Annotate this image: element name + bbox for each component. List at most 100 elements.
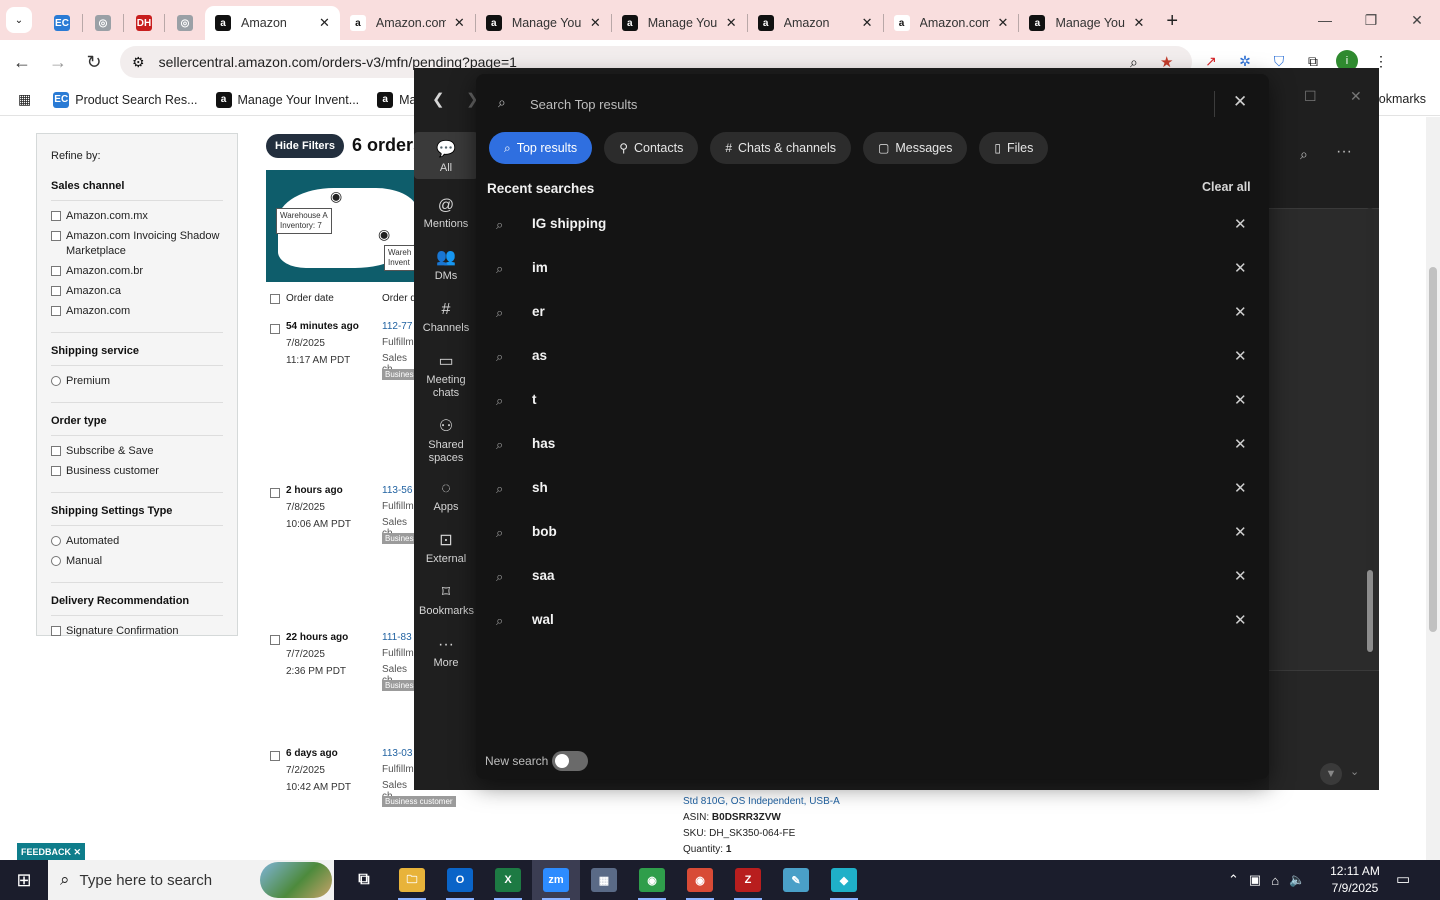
network-icon[interactable]: ⌂: [1271, 873, 1279, 888]
filter-radio[interactable]: [51, 536, 61, 546]
filter-icon[interactable]: ▼: [1320, 763, 1342, 785]
filezilla-taskbar-button[interactable]: Z: [724, 860, 772, 900]
search-input[interactable]: [530, 92, 1190, 116]
feedback-button[interactable]: FEEDBACK ✕: [17, 843, 85, 860]
back-arrow-icon[interactable]: ←: [4, 44, 40, 80]
browser-tab[interactable]: a Amazon.com: ✕: [340, 6, 475, 40]
browser-tab[interactable]: a Manage Your ✕: [1019, 6, 1154, 40]
filter-radio[interactable]: [51, 556, 61, 566]
filter-radio[interactable]: [51, 376, 61, 386]
chip-files[interactable]: ▯ Files: [979, 132, 1049, 164]
volume-icon[interactable]: 🔈: [1289, 872, 1305, 888]
search-highlight-image[interactable]: [260, 862, 332, 898]
remove-search-icon[interactable]: ✕: [1234, 259, 1247, 277]
filter-option[interactable]: Amazon.com.br: [51, 264, 223, 279]
filter-checkbox[interactable]: [51, 211, 61, 221]
close-tab-icon[interactable]: ✕: [998, 15, 1009, 31]
close-tab-icon[interactable]: ✕: [319, 15, 330, 31]
recent-search-item[interactable]: ⌕ has ✕: [476, 423, 1269, 467]
minimize-icon[interactable]: —: [1302, 0, 1348, 40]
chip-contacts[interactable]: ⚲ Contacts: [604, 132, 699, 164]
hide-filters-button[interactable]: Hide Filters: [266, 134, 344, 158]
new-search-toggle[interactable]: [552, 751, 588, 771]
close-tab-icon[interactable]: ✕: [454, 15, 465, 31]
chrome-taskbar-button[interactable]: ◉: [628, 860, 676, 900]
chevron-up-icon[interactable]: ⌃: [1228, 872, 1239, 888]
recent-search-item[interactable]: ⌕ sh ✕: [476, 467, 1269, 511]
tray-app-icon[interactable]: ▣: [1249, 872, 1261, 888]
remove-search-icon[interactable]: ✕: [1234, 479, 1247, 497]
notification-icon[interactable]: ▭: [1396, 870, 1410, 888]
filter-option[interactable]: Premium: [51, 374, 223, 389]
teams-back-icon[interactable]: ❮: [432, 90, 445, 108]
browser-tab[interactable]: a Amazon.com: ✕: [884, 6, 1019, 40]
recent-search-item[interactable]: ⌕ im ✕: [476, 247, 1269, 291]
browser-tab[interactable]: EC: [42, 6, 82, 40]
product-title-link[interactable]: Std 810G, OS Independent, USB-A: [683, 794, 840, 810]
order-checkbox[interactable]: [270, 751, 280, 761]
teams-more-icon[interactable]: ···: [1336, 143, 1352, 161]
page-scrollbar-thumb[interactable]: [1429, 267, 1437, 632]
rail-item-apps[interactable]: ◌ Apps: [414, 477, 478, 514]
recent-search-item[interactable]: ⌕ saa ✕: [476, 555, 1269, 599]
column-header-order-details[interactable]: Order d: [382, 293, 416, 304]
browser-tab[interactable]: a Amazon ✕: [205, 6, 340, 40]
recent-search-item[interactable]: ⌕ as ✕: [476, 335, 1269, 379]
filter-checkbox[interactable]: [51, 286, 61, 296]
tab-search-button[interactable]: ⌄: [6, 7, 32, 33]
order-checkbox[interactable]: [270, 488, 280, 498]
windows-start-icon[interactable]: ⊞: [0, 860, 48, 900]
filter-checkbox[interactable]: [51, 446, 61, 456]
app-diamond-taskbar-button[interactable]: ◆: [820, 860, 868, 900]
chip-messages[interactable]: ▢ Messages: [863, 132, 968, 164]
filter-checkbox[interactable]: [51, 231, 61, 241]
clear-all-button[interactable]: Clear all: [1202, 180, 1251, 194]
taskbar-clock[interactable]: 12:11 AM 7/9/2025: [1322, 863, 1388, 897]
recent-search-item[interactable]: ⌕ wal ✕: [476, 599, 1269, 643]
chip-chats-channels[interactable]: # Chats & channels: [710, 132, 851, 164]
rail-item-shared-spaces[interactable]: ⚇ Shared spaces: [414, 415, 478, 465]
order-checkbox[interactable]: [270, 324, 280, 334]
order-id-link[interactable]: 113-03: [382, 748, 412, 759]
filter-option[interactable]: Amazon.com.mx: [51, 209, 223, 224]
order-id-link[interactable]: 113-56: [382, 485, 412, 496]
rail-item-more[interactable]: ··· More: [414, 633, 478, 670]
zoom-taskbar-button[interactable]: zm: [532, 860, 580, 900]
rail-item-bookmarks[interactable]: ⌑ Bookmarks: [414, 581, 478, 618]
filter-checkbox[interactable]: [51, 266, 61, 276]
chip-top-results[interactable]: ⌕ Top results: [489, 132, 593, 164]
close-tab-icon[interactable]: ✕: [1133, 15, 1144, 31]
filter-option[interactable]: Subscribe & Save: [51, 444, 223, 459]
recent-search-item[interactable]: ⌕ IG shipping ✕: [476, 203, 1269, 247]
browser-tab[interactable]: ◎: [83, 6, 123, 40]
filter-option[interactable]: Amazon.com: [51, 304, 223, 319]
restore-icon[interactable]: ❐: [1348, 0, 1394, 40]
close-tab-icon[interactable]: ✕: [590, 15, 601, 31]
chrome-profile-taskbar-button[interactable]: ◉: [676, 860, 724, 900]
teams-scrollbar[interactable]: [1366, 208, 1374, 653]
forward-arrow-icon[interactable]: →: [40, 44, 76, 80]
outlook-taskbar-button[interactable]: O: [436, 860, 484, 900]
filter-option[interactable]: Amazon.com Invoicing Shadow Marketplace: [51, 229, 223, 259]
remove-search-icon[interactable]: ✕: [1234, 435, 1247, 453]
rail-item-mentions[interactable]: @ Mentions: [414, 194, 478, 231]
remove-search-icon[interactable]: ✕: [1234, 215, 1247, 233]
recent-search-item[interactable]: ⌕ er ✕: [476, 291, 1269, 335]
teams-search-icon[interactable]: ⌕: [1300, 146, 1308, 163]
teams-close-icon[interactable]: ✕: [1350, 88, 1362, 105]
filter-option[interactable]: Signature Confirmation: [51, 624, 223, 639]
taskbar-search-box[interactable]: ⌕ Type here to search: [48, 860, 334, 900]
rail-item-external[interactable]: ⊡ External: [414, 529, 478, 566]
order-checkbox[interactable]: [270, 635, 280, 645]
filter-checkbox[interactable]: [51, 306, 61, 316]
browser-tab[interactable]: DH: [124, 6, 164, 40]
rail-item-meeting-chats[interactable]: ▭ Meeting chats: [414, 350, 478, 400]
rail-item-all[interactable]: 💬 All: [414, 132, 478, 179]
bookmark-item[interactable]: EC Product Search Res...: [53, 91, 198, 108]
teams-maximize-icon[interactable]: ☐: [1304, 88, 1317, 105]
filter-option[interactable]: Amazon.ca: [51, 284, 223, 299]
task-view-taskbar-button[interactable]: ⧉: [340, 860, 388, 900]
close-tab-icon[interactable]: ✕: [862, 15, 873, 31]
notepad-taskbar-button[interactable]: ✎: [772, 860, 820, 900]
rail-item-dms[interactable]: 👥 DMs: [414, 246, 478, 283]
